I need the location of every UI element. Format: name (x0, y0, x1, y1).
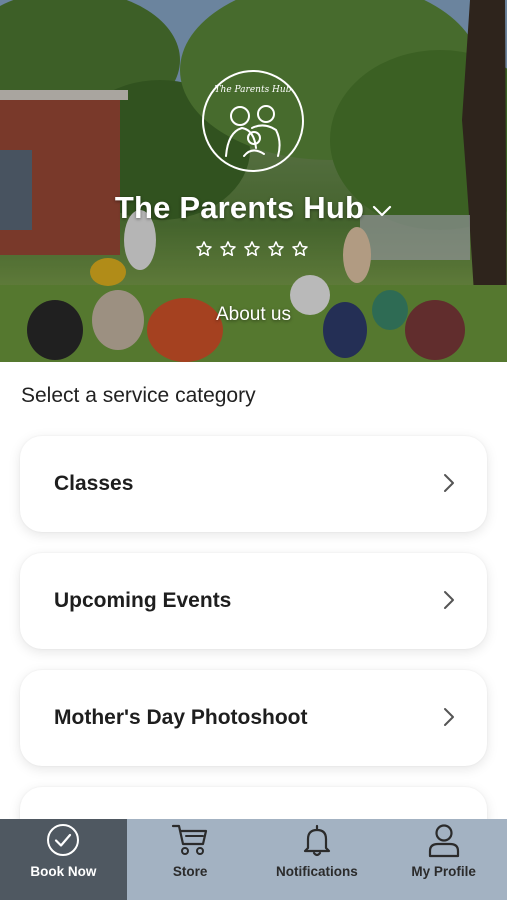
bottom-navigation: Book Now Store Notifications My Profile (0, 819, 507, 900)
chevron-right-icon (444, 591, 454, 609)
business-title: The Parents Hub (114, 190, 365, 225)
star-outline-icon (220, 241, 236, 257)
star-outline-icon (244, 241, 260, 257)
category-label: Upcoming Events (54, 589, 232, 612)
rating-stars (195, 240, 309, 258)
section-heading: Select a service category (21, 384, 256, 407)
nav-label: Book Now (30, 864, 97, 879)
star-outline-icon (292, 241, 308, 257)
category-label: Classes (54, 472, 134, 495)
nav-label: Store (172, 864, 208, 879)
user-icon (428, 824, 459, 858)
nav-label: My Profile (411, 864, 476, 879)
about-us-link[interactable]: About us (0, 304, 507, 326)
nav-book-now[interactable]: Book Now (0, 819, 127, 900)
nav-store[interactable]: Store (127, 819, 254, 900)
nav-notifications[interactable]: Notifications (254, 819, 381, 900)
nav-my-profile[interactable]: My Profile (380, 819, 507, 900)
bell-icon (303, 824, 330, 857)
category-card-classes[interactable]: Classes (20, 436, 487, 532)
category-card-upcoming-events[interactable]: Upcoming Events (20, 553, 487, 649)
chevron-right-icon (444, 708, 454, 726)
logo-text: The Parents Hub (214, 85, 292, 95)
category-card-mothers-day-photoshoot[interactable]: Mother's Day Photoshoot (20, 670, 487, 766)
nav-label: Notifications (275, 864, 358, 879)
check-circle-icon (47, 824, 80, 856)
star-outline-icon (268, 241, 284, 257)
brand-logo: The Parents Hub (202, 70, 304, 172)
cart-icon (172, 824, 208, 855)
hero-banner: The Parents Hub The Parents Hub About us (0, 0, 507, 362)
chevron-right-icon (444, 474, 454, 492)
category-label: Mother's Day Photoshoot (54, 706, 308, 729)
chevron-down-icon[interactable] (372, 205, 392, 217)
star-outline-icon (196, 241, 212, 257)
business-title-row[interactable]: The Parents Hub (0, 190, 507, 226)
